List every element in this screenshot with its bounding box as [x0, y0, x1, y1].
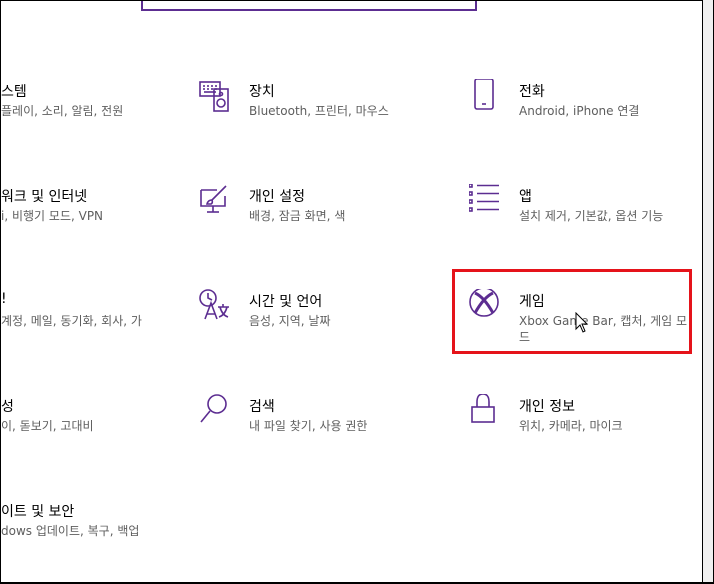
lock-icon [469, 394, 503, 428]
window-border [702, 0, 703, 584]
tile-desc: 플레이, 소리, 알림, 전원 [1, 104, 124, 118]
mouse-cursor-icon [575, 312, 589, 334]
tile-title: 장치 [249, 84, 275, 100]
tile-ease-of-access[interactable]: 성 이, 돋보기, 고대비 [1, 394, 131, 454]
tile-desc: dows 업데이트, 복구, 백업 [1, 524, 140, 538]
keyboard-speaker-icon [199, 79, 233, 113]
time-language-icon [199, 289, 233, 323]
settings-window: 스템 플레이, 소리, 알림, 전원 장치 Bluetooth, 프린터, 마우… [0, 0, 714, 584]
tile-phone[interactable]: 전화 Android, iPhone 연결 [469, 79, 699, 139]
tile-title: 워크 및 인터넷 [1, 189, 88, 205]
tile-desc: Android, iPhone 연결 [519, 104, 640, 118]
tile-update-security[interactable]: 이트 및 보안 dows 업데이트, 복구, 백업 [1, 499, 151, 559]
tile-desc: Bluetooth, 프린터, 마우스 [249, 104, 389, 118]
tile-devices[interactable]: 장치 Bluetooth, 프린터, 마우스 [199, 79, 439, 139]
tile-title: 시간 및 언어 [249, 294, 323, 310]
tile-desc: 음성, 지역, 날짜 [249, 314, 331, 328]
search-icon [199, 394, 233, 428]
tile-title: 개인 정보 [519, 399, 575, 415]
tile-network[interactable]: 워크 및 인터넷 i, 비행기 모드, VPN [1, 184, 131, 244]
tile-title: 스템 [1, 84, 27, 100]
tile-privacy[interactable]: 개인 정보 위치, 카메라, 마이크 [469, 394, 699, 454]
tile-system[interactable]: 스템 플레이, 소리, 알림, 전원 [1, 79, 131, 139]
app-list-icon [469, 184, 503, 218]
scrollbar[interactable] [703, 0, 713, 582]
tile-title: 개인 설정 [249, 189, 305, 205]
tile-personalization[interactable]: 개인 설정 배경, 잠금 화면, 색 [199, 184, 439, 244]
search-box[interactable] [141, 1, 477, 11]
tile-title: 검색 [249, 399, 275, 415]
tile-desc: 계정, 메일, 동기화, 회사, 가 [1, 314, 142, 328]
tile-title: 앱 [519, 189, 532, 205]
paint-brush-monitor-icon [199, 184, 233, 218]
tile-desc: 이, 돋보기, 고대비 [1, 419, 94, 433]
highlight-box [452, 269, 692, 354]
tile-desc: i, 비행기 모드, VPN [1, 209, 104, 223]
tile-search[interactable]: 검색 내 파일 찾기, 사용 권한 [199, 394, 439, 454]
tile-desc: 배경, 잠금 화면, 색 [249, 209, 346, 223]
tile-title: 성 [1, 399, 14, 415]
tile-desc: 설치 제거, 기본값, 옵션 기능 [519, 209, 664, 223]
phone-icon [469, 79, 503, 113]
tile-title: ! [1, 291, 7, 307]
tile-time-language[interactable]: 시간 및 언어 음성, 지역, 날짜 [199, 289, 439, 349]
tile-accounts[interactable]: ! 계정, 메일, 동기화, 회사, 가 [1, 289, 151, 349]
tile-apps[interactable]: 앱 설치 제거, 기본값, 옵션 기능 [469, 184, 699, 244]
tile-title: 이트 및 보안 [1, 504, 75, 520]
tile-title: 전화 [519, 84, 545, 100]
tile-desc: 위치, 카메라, 마이크 [519, 419, 623, 433]
tile-desc: 내 파일 찾기, 사용 권한 [249, 419, 368, 433]
